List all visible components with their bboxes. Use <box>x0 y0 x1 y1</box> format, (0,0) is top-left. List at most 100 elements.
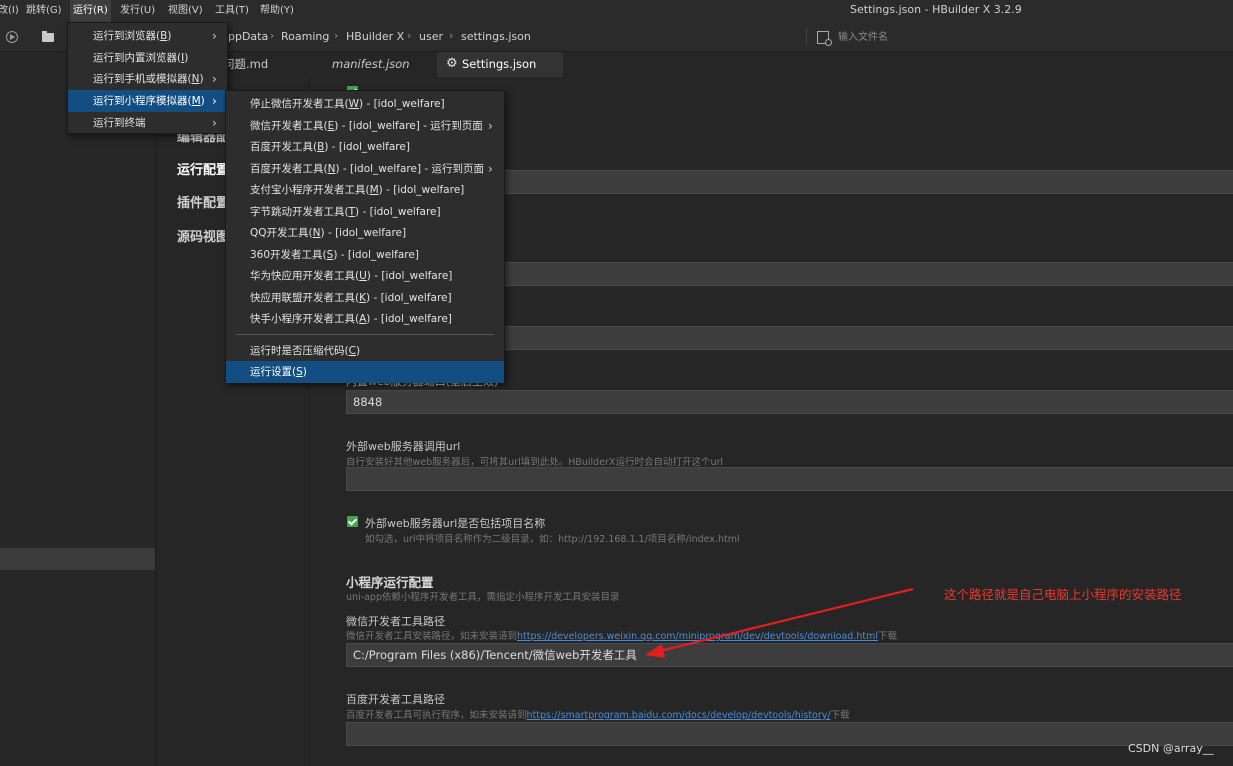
menu-goto[interactable]: 跳转(G) <box>23 0 65 22</box>
submenu-item-label: 运行设置(S) <box>250 366 307 378</box>
wechat-devtools-label: 微信开发者工具路径 <box>346 615 445 628</box>
submenu-item-huawei[interactable]: 华为快应用开发者工具(U) - [idol_welfare] <box>226 265 504 287</box>
submenu-item-label: 百度开发工具(B) - [idol_welfare] <box>250 141 410 153</box>
external-url-input[interactable] <box>346 467 1233 491</box>
editor-tabs: 常见问题.md manifest.json Settings.json <box>156 51 1233 77</box>
submenu-item-kuaishou[interactable]: 快手小程序开发者工具(A) - [idol_welfare] <box>226 308 504 330</box>
run-menu-item-builtin-browser[interactable]: 运行到内置浏览器(I) <box>68 47 227 69</box>
folder-icon[interactable] <box>42 31 54 42</box>
window-title: Settings.json - HBuilder X 3.2.9 <box>850 3 1022 16</box>
run-menu-item-phone[interactable]: 运行到手机或模拟器(N) › <box>68 68 227 90</box>
submenu-item-label: 停止微信开发者工具(W) - [idol_welfare] <box>250 98 445 110</box>
submenu-item-bytedance[interactable]: 字节跳动开发者工具(T) - [idol_welfare] <box>226 201 504 223</box>
baidu-download-link[interactable]: https://smartprogram.baidu.com/docs/deve… <box>527 710 831 721</box>
run-menu-item-label: 运行到小程序模拟器(M) <box>93 95 205 107</box>
tab-manifest[interactable]: manifest.json <box>322 52 420 77</box>
menu-separator <box>236 334 494 335</box>
submenu-item-label: 微信开发者工具(E) - [idol_welfare] - 运行到页面 <box>250 120 483 132</box>
run-menu: 运行到浏览器(B) › 运行到内置浏览器(I) 运行到手机或模拟器(N) › 运行到… <box>67 22 228 134</box>
wechat-devtools-desc: 微信开发者工具安装路径，如未安装请到https://developers.wei… <box>346 628 897 642</box>
run-icon[interactable] <box>6 31 18 43</box>
external-url-desc: 自行安装好其他web服务器后，可将其url填到此处。HBuilderX运行时会自… <box>346 457 724 468</box>
submenu-item-run-settings[interactable]: 运行设置(S) <box>226 361 504 383</box>
wechat-devtools-path-input[interactable]: C:/Program Files (x86)/Tencent/微信web开发者工… <box>346 643 1233 667</box>
submenu-item-wechat[interactable]: 微信开发者工具(E) - [idol_welfare] - 运行到页面 › <box>226 115 504 137</box>
baidu-desc-suffix: 下载 <box>830 710 850 721</box>
file-search-input[interactable] <box>838 27 1218 47</box>
settings-nav-plugins[interactable]: 插件配置 <box>177 192 229 211</box>
wechat-desc-text: 微信开发者工具安装路径，如未安装请到 <box>346 631 518 642</box>
chevron-right-icon: › <box>488 162 493 176</box>
include-project-desc: 如勾选，url中将项目名称作为二级目录，如：http://192.168.1.1… <box>365 534 740 545</box>
project-explorer <box>0 52 156 766</box>
toolbar-divider <box>806 28 807 46</box>
submenu-item-quickapp[interactable]: 快应用联盟开发者工具(K) - [idol_welfare] <box>226 287 504 309</box>
miniprogram-section-desc: uni-app依赖小程序开发者工具，需指定小程序开发工具安装目录 <box>346 592 620 603</box>
explorer-selected-row[interactable] <box>0 548 155 570</box>
submenu-item-label: 百度开发者工具(N) - [idol_welfare] - 运行到页面 <box>250 163 485 175</box>
baidu-devtools-label: 百度开发者工具路径 <box>346 693 445 706</box>
annotation-text: 这个路径就是自己电脑上小程序的安装路径 <box>944 587 1182 602</box>
include-project-label: 外部web服务器url是否包括项目名称 <box>365 517 546 530</box>
submenu-item-360[interactable]: 360开发者工具(S) - [idol_welfare] <box>226 244 504 266</box>
baidu-devtools-path-input[interactable] <box>346 722 1233 746</box>
run-menu-item-label: 运行到浏览器(B) <box>93 30 172 42</box>
chevron-right-icon: › <box>212 94 217 108</box>
submenu-item-qq[interactable]: QQ开发工具(N) - [idol_welfare] <box>226 222 504 244</box>
menubar: 改(I) 跳转(G) 运行(R) 发行(U) 视图(V) 工具(T) 帮助(Y)… <box>0 0 1233 22</box>
run-menu-item-browser[interactable]: 运行到浏览器(B) › <box>68 25 227 47</box>
port-input[interactable]: 8848 <box>346 390 1233 414</box>
run-menu-item-label: 运行到内置浏览器(I) <box>93 52 189 64</box>
submenu-item-stop-wechat[interactable]: 停止微信开发者工具(W) - [idol_welfare] <box>226 93 504 115</box>
tab-label: manifest.json <box>332 57 410 71</box>
menu-edit[interactable]: 改(I) <box>0 0 22 22</box>
tab-label: Settings.json <box>462 57 537 71</box>
run-menu-item-miniprogram[interactable]: 运行到小程序模拟器(M) › <box>68 90 227 112</box>
baidu-devtools-desc: 百度开发者工具可执行程序，如未安装请到https://smartprogram.… <box>346 707 850 721</box>
submenu-item-baidu-tool[interactable]: 百度开发工具(B) - [idol_welfare] <box>226 136 504 158</box>
wechat-download-link[interactable]: https://developers.weixin.qq.com/minipro… <box>517 631 878 642</box>
chevron-right-icon: › <box>270 29 275 42</box>
submenu-item-compress[interactable]: 运行时是否压缩代码(C) <box>226 340 504 362</box>
breadcrumb-item[interactable]: user <box>419 30 443 43</box>
menu-publish[interactable]: 发行(U) <box>117 0 158 22</box>
menu-run[interactable]: 运行(R) <box>70 0 111 22</box>
watermark: CSDN @array__ <box>1128 742 1214 755</box>
settings-nav-source[interactable]: 源码视图 <box>177 226 229 245</box>
chevron-right-icon: › <box>407 29 412 42</box>
menu-help[interactable]: 帮助(Y) <box>257 0 297 22</box>
wechat-desc-suffix: 下载 <box>877 631 897 642</box>
submenu-item-label: 快手小程序开发者工具(A) - [idol_welfare] <box>250 313 452 325</box>
chevron-right-icon: › <box>488 119 493 133</box>
chevron-right-icon: › <box>449 29 454 42</box>
run-menu-item-terminal[interactable]: 运行到终端 › <box>68 112 227 134</box>
submenu-item-alipay[interactable]: 支付宝小程序开发者工具(M) - [idol_welfare] <box>226 179 504 201</box>
submenu-item-label: QQ开发工具(N) - [idol_welfare] <box>250 227 407 239</box>
include-project-checkbox[interactable] <box>347 516 358 527</box>
run-menu-item-label: 运行到手机或模拟器(N) <box>93 73 204 85</box>
chevron-right-icon: › <box>334 29 339 42</box>
submenu-item-label: 支付宝小程序开发者工具(M) - [idol_welfare] <box>250 184 465 196</box>
submenu-item-label: 快应用联盟开发者工具(K) - [idol_welfare] <box>250 292 452 304</box>
breadcrumb-item[interactable]: settings.json <box>461 30 531 43</box>
gear-icon <box>446 51 458 76</box>
run-menu-item-label: 运行到终端 <box>93 117 146 129</box>
chevron-right-icon: › <box>212 116 217 130</box>
chevron-right-icon: › <box>212 29 217 43</box>
menu-view[interactable]: 视图(V) <box>165 0 206 22</box>
file-search-icon <box>817 31 832 46</box>
breadcrumb-item[interactable]: ppData <box>228 30 268 43</box>
baidu-desc-text: 百度开发者工具可执行程序，如未安装请到 <box>346 710 527 721</box>
breadcrumb-item[interactable]: Roaming <box>281 30 329 43</box>
chevron-right-icon: › <box>212 72 217 86</box>
submenu-item-label: 字节跳动开发者工具(T) - [idol_welfare] <box>250 206 441 218</box>
tab-settings[interactable]: Settings.json <box>437 51 563 77</box>
menu-tools[interactable]: 工具(T) <box>212 0 252 22</box>
submenu-item-label: 360开发者工具(S) - [idol_welfare] <box>250 249 419 261</box>
submenu-item-baidu-devtools[interactable]: 百度开发者工具(N) - [idol_welfare] - 运行到页面 › <box>226 158 504 180</box>
miniprogram-submenu: 停止微信开发者工具(W) - [idol_welfare] 微信开发者工具(E)… <box>225 90 505 383</box>
settings-nav-run[interactable]: 运行配置 <box>177 159 229 178</box>
external-url-label: 外部web服务器调用url <box>346 440 461 453</box>
submenu-item-label: 运行时是否压缩代码(C) <box>250 345 361 357</box>
breadcrumb-item[interactable]: HBuilder X <box>346 30 404 43</box>
